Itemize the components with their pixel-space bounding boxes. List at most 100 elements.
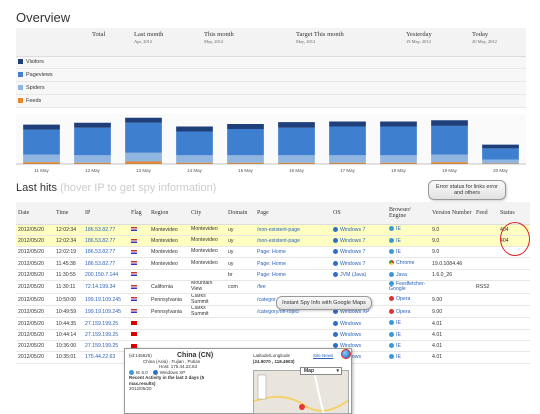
browser-icon	[389, 354, 394, 360]
bar-visitors	[23, 124, 60, 130]
hit-ip-link[interactable]: 27.159.199.25	[83, 329, 129, 342]
hit-ip-link[interactable]: 186.53.82.77	[83, 257, 129, 270]
hit-ip-link[interactable]: 27.159.199.25	[83, 340, 129, 353]
hit-browser: Chrome	[387, 257, 430, 270]
hit-domain: br	[226, 269, 255, 281]
x-tick-label: 17 May	[340, 168, 356, 173]
map-type-select[interactable]: Map ▾	[300, 367, 342, 375]
globe-icon[interactable]	[341, 349, 351, 359]
hdr-os[interactable]: OS	[331, 202, 387, 225]
hit-ip-link[interactable]: 186.53.82.77	[83, 224, 129, 236]
hdr-time[interactable]: Time	[54, 202, 83, 225]
hit-time: 10:44:35	[54, 317, 83, 330]
spy-coords: (24.9070 , 118.4903)	[253, 359, 295, 364]
bar-visitors	[278, 122, 315, 128]
hit-os: Windows	[331, 329, 387, 342]
bar-visitors	[227, 124, 264, 129]
hit-row: 2012/05/20 11:30:11 72.14.199.34 California…	[16, 280, 530, 295]
hit-ip-link[interactable]: 175.44.22.63	[83, 351, 129, 364]
hdr-domain[interactable]: Domain	[226, 202, 255, 225]
bar-pageviews	[329, 126, 366, 156]
hit-version: 1.6.0_26	[430, 269, 474, 281]
overview-cell	[294, 81, 404, 96]
overview-cell	[404, 68, 470, 83]
bar-pageviews	[74, 127, 111, 156]
hit-version: 9.00	[430, 293, 474, 307]
hdr-status[interactable]: Status	[498, 202, 530, 225]
hit-date: 2012/05/20	[16, 224, 54, 236]
hdr-date[interactable]: Date	[16, 202, 54, 225]
status-highlight-ring	[500, 222, 530, 256]
hit-browser: Opera	[387, 293, 430, 307]
hit-region	[149, 329, 189, 342]
hit-feed	[474, 305, 498, 319]
hdr-region[interactable]: Region	[149, 202, 189, 225]
hit-page-link[interactable]: Page: Home	[255, 246, 331, 259]
os-icon	[333, 331, 338, 337]
overview-row: Spiders	[16, 81, 526, 96]
hdr-feed[interactable]: Feed	[474, 202, 498, 225]
bar-visitors	[74, 122, 111, 128]
spy-latlong-label: Latitude/Longitude	[253, 353, 291, 358]
hdr-flag[interactable]: Flag	[129, 202, 149, 225]
bar-pageviews	[278, 127, 315, 156]
hit-ip-link[interactable]: 27.159.199.25	[83, 317, 129, 330]
browser-icon	[389, 342, 394, 348]
hit-page-link[interactable]: /non-existent-page	[255, 224, 331, 236]
x-tick-label: 12 May	[85, 168, 101, 173]
hit-city: Montevideo	[189, 235, 226, 248]
hit-page-link[interactable]	[255, 317, 331, 330]
visits-chart: 11 May 12 May 13 May 14 May 15 May 16 May 17 M…	[16, 114, 526, 178]
hit-ip-link[interactable]: 186.53.82.77	[83, 235, 129, 248]
hit-page-link[interactable]	[255, 329, 331, 342]
hit-date: 2012/05/20	[16, 305, 54, 319]
hdr-version[interactable]: Version Number	[430, 202, 474, 225]
overview-cell	[132, 94, 202, 108]
overview-cell	[202, 94, 294, 108]
hit-ip-link[interactable]: 200.150.7.144	[83, 269, 129, 281]
overview-cell	[202, 68, 294, 83]
hit-page-link[interactable]: /non-existent-page	[255, 235, 331, 248]
x-tick-label: 16 May	[289, 168, 305, 173]
hit-ip-link[interactable]: 199.19.109.245	[83, 305, 129, 319]
site-news-link[interactable]: Site News	[313, 353, 333, 358]
hit-browser: Opera	[387, 305, 430, 319]
hit-row: 2012/05/20 10:49:59 199.19.109.245 Pennsylv…	[16, 305, 530, 319]
hdr-ip[interactable]: IP	[83, 202, 129, 225]
hit-city: Clarks Summit	[189, 305, 226, 319]
hit-page-link[interactable]: Page: Home	[255, 257, 331, 270]
col-yesterday: Yesterday 19 May, 2012	[404, 28, 470, 57]
hit-time: 10:49:59	[54, 305, 83, 319]
hit-time: 10:44:14	[54, 329, 83, 342]
map-zoom-control[interactable]	[257, 374, 267, 400]
hit-ip-link[interactable]: 186.53.82.77	[83, 246, 129, 259]
spy-activity-date: 2012/05/20	[129, 386, 152, 391]
hit-page-link[interactable]: /fee	[255, 280, 331, 295]
hit-time: 10:36:00	[54, 340, 83, 353]
hdr-browser[interactable]: Browser/ Engine	[387, 202, 430, 225]
hit-ip-link[interactable]: 72.14.199.34	[83, 280, 129, 295]
hit-ip-link[interactable]: 199.19.109.245	[83, 293, 129, 307]
os-icon	[333, 238, 338, 244]
hit-status	[498, 280, 530, 295]
hdr-city[interactable]: City	[189, 202, 226, 225]
hit-row: 2012/05/20 12:02:34 186.53.82.77 Montevideo…	[16, 235, 530, 248]
hit-date: 2012/05/20	[16, 329, 54, 342]
bar-visitors	[380, 121, 417, 127]
flag-icon	[131, 321, 137, 326]
hit-browser: IE	[387, 246, 430, 259]
hit-page-link[interactable]: Page: Home	[255, 269, 331, 281]
hit-row: 2012/05/20 11:45:38 186.53.82.77 Montevideo…	[16, 257, 530, 270]
hit-region: Pennsylvania	[149, 293, 189, 307]
browser-icon	[389, 226, 394, 232]
hdr-page[interactable]: Page	[255, 202, 331, 225]
google-map[interactable]	[253, 370, 349, 414]
hit-status	[498, 351, 530, 364]
overview-row: Pageviews	[16, 68, 526, 83]
hit-feed: RSS2	[474, 280, 498, 295]
flag-icon	[131, 309, 137, 314]
overview-row-label: Visitors	[16, 56, 90, 70]
hit-version: 4.01	[430, 317, 474, 330]
os-icon	[333, 271, 338, 277]
last-hits-title: Last hits (hover IP to get spy informati…	[16, 182, 217, 194]
